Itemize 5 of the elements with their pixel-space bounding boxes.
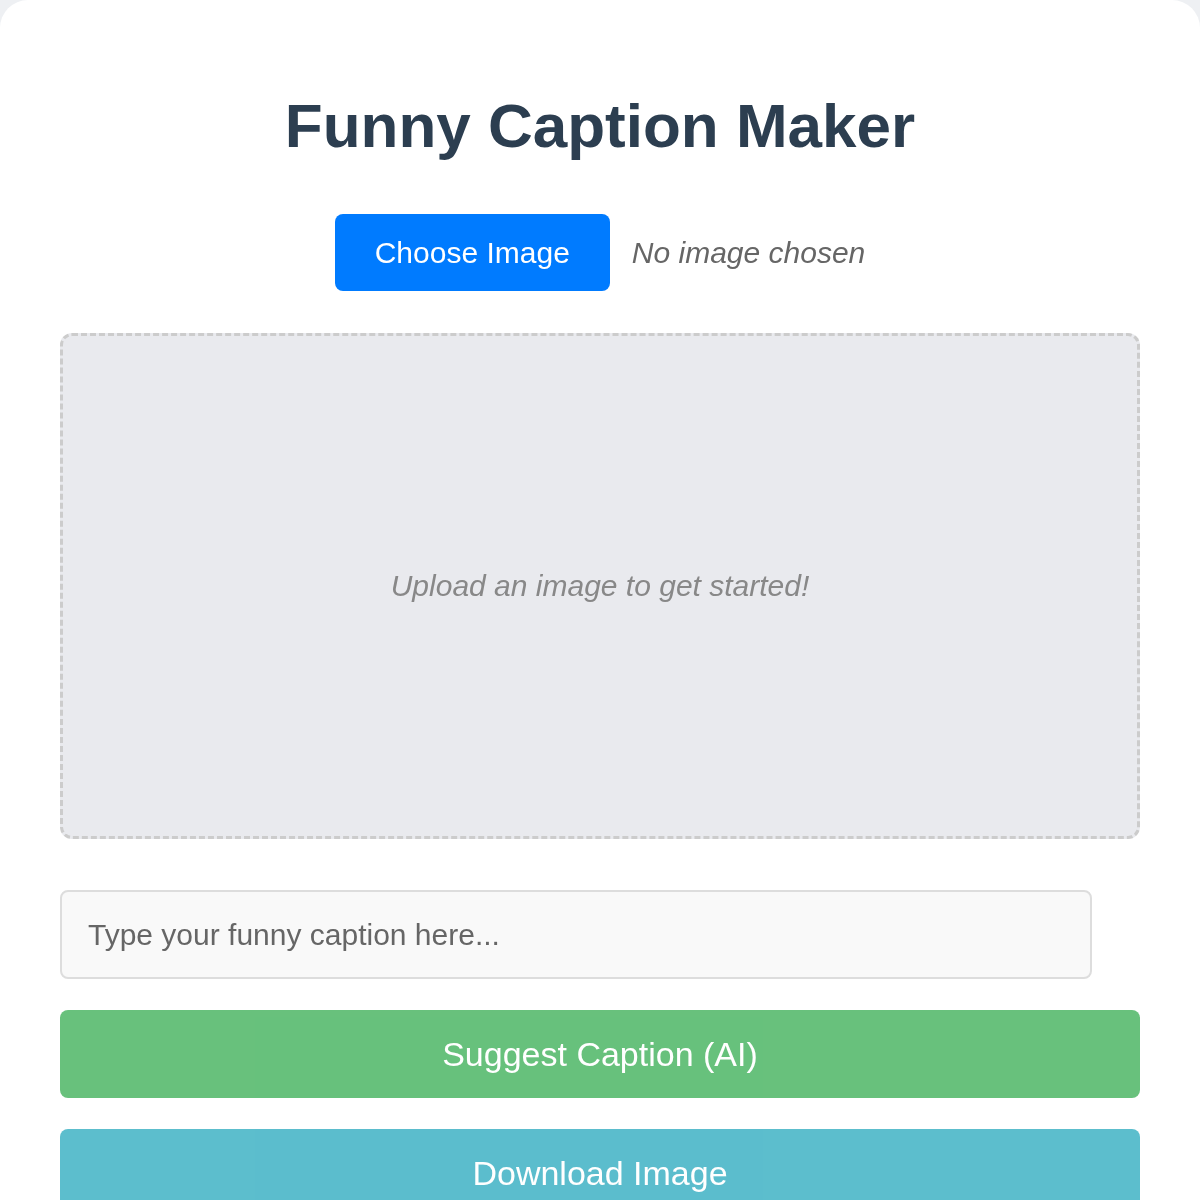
file-status: No image chosen — [631, 235, 866, 270]
page-title: Funny Caption Maker — [283, 90, 917, 162]
image-upload-area[interactable]: Upload an image to get started! — [60, 333, 1140, 839]
choose-image-button[interactable]: Choose Image — [334, 214, 610, 291]
caption-input-field[interactable]: Type your funny caption here... — [60, 890, 1092, 979]
